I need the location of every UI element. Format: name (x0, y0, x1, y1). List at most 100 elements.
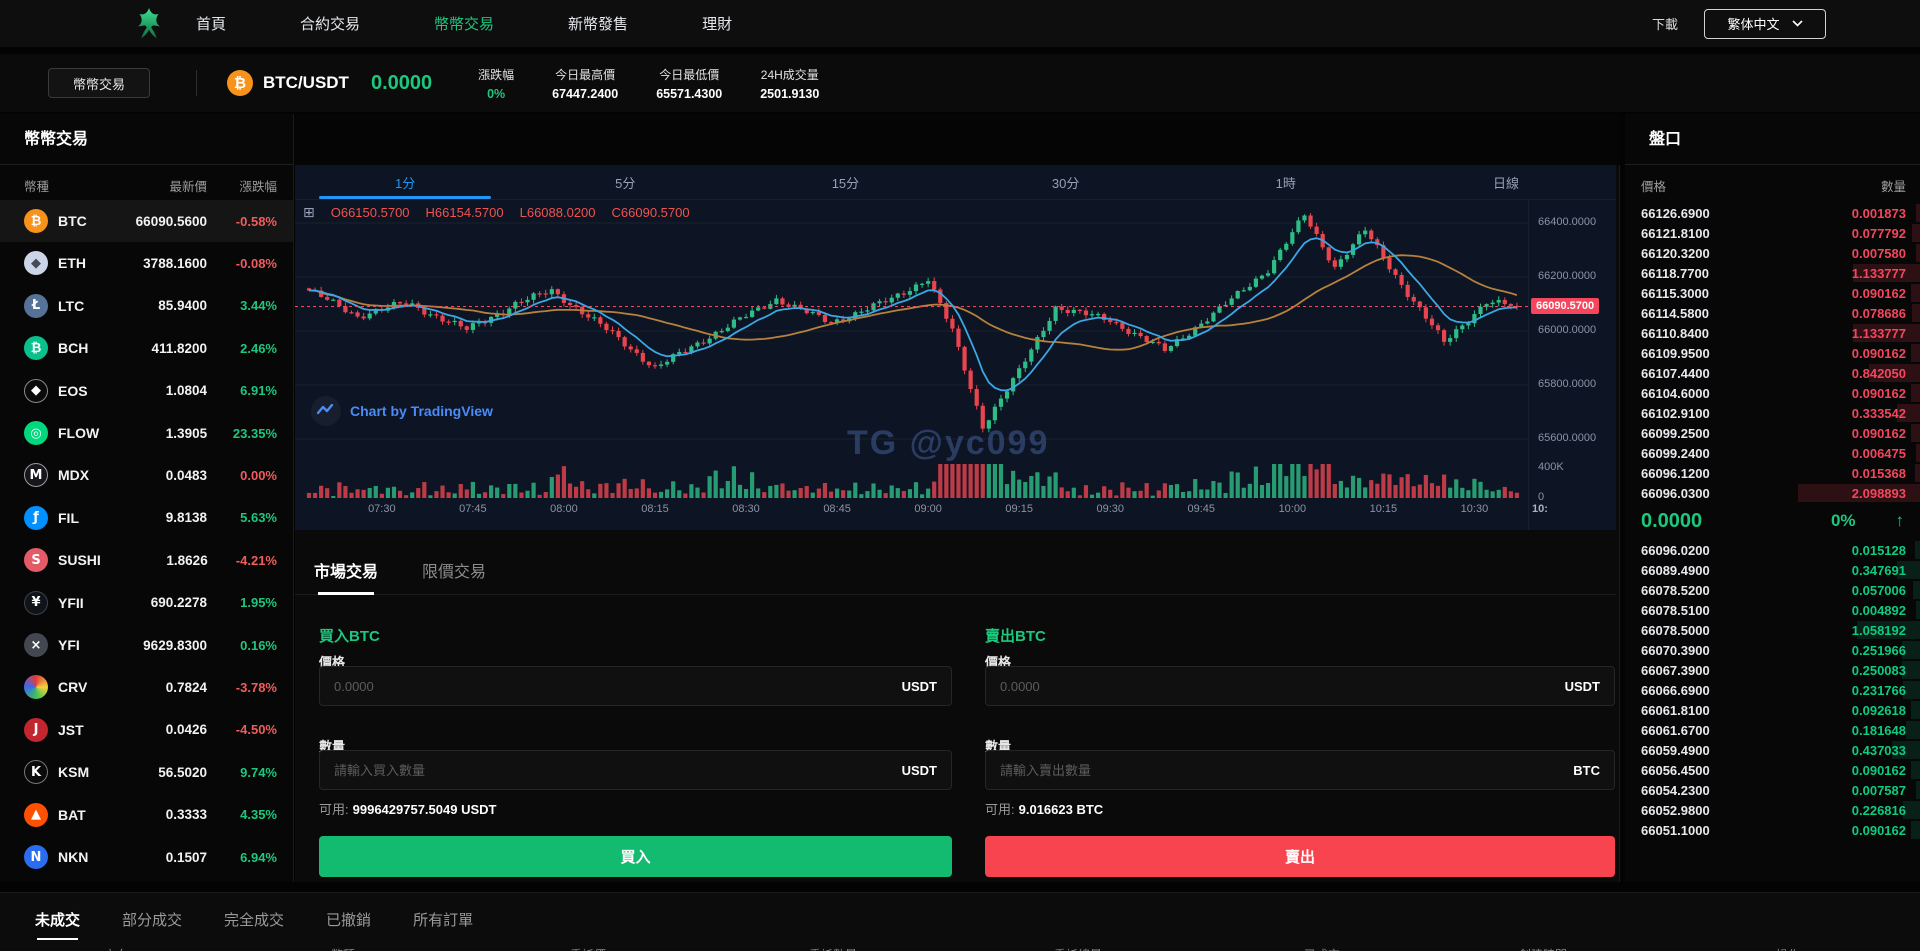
ask-row[interactable]: 66096.1200 0.015368 (1625, 463, 1920, 483)
trade-tab-limit-trade[interactable]: 限價交易 (422, 545, 486, 595)
coin-row-nkn[interactable]: N NKN 0.1507 6.94% (0, 836, 293, 878)
bid-row[interactable]: 66061.6700 0.181648 (1625, 720, 1920, 740)
language-label: 繁体中文 (1727, 17, 1780, 32)
coin-row-crv[interactable]: CRV 0.7824 -3.78% (0, 666, 293, 708)
download-link[interactable]: 下載 (1652, 14, 1678, 33)
coin-row-btc[interactable]: ₿ BTC 66090.5600 -0.58% (0, 200, 293, 242)
coin-row-mdx[interactable]: M MDX 0.0483 0.00% (0, 454, 293, 496)
nav-item-home[interactable]: 首頁 (196, 13, 226, 34)
add-indicator-icon[interactable]: ⊞ (303, 204, 315, 221)
ask-row[interactable]: 66126.6900 0.001873 (1625, 203, 1920, 223)
bid-price: 66078.5200 (1641, 582, 1710, 598)
coin-row-jst[interactable]: J JST 0.0426 -4.50% (0, 709, 293, 751)
flow-coin-icon: ◎ (24, 421, 48, 445)
price-axis[interactable]: 66400.0000 66200.0000 66000.0000 65800.0000… (1528, 200, 1616, 530)
order-tab-open-orders[interactable]: 未成交 (35, 893, 80, 945)
ask-qty: 0.001873 (1851, 205, 1906, 221)
nav-item-new-coin-sale[interactable]: 新幣發售 (568, 13, 628, 34)
bid-row[interactable]: 66067.3900 0.250083 (1625, 660, 1920, 680)
order-tab-filled[interactable]: 完全成交 (224, 893, 284, 945)
ask-row[interactable]: 66118.7700 1.133777 (1625, 263, 1920, 283)
coin-row-sushi[interactable]: S SUSHI 1.8626 -4.21% (0, 539, 293, 581)
ask-price: 66096.1200 (1641, 465, 1710, 481)
ask-row[interactable]: 66114.5800 0.078686 (1625, 303, 1920, 323)
time-tick-09:30: 09:30 (1096, 503, 1124, 515)
orders-panel: 未成交部分成交完全成交已撤銷所有訂單 方向 幣種 委託價 委託數量 委託總量 已成交 創建時… (0, 892, 1920, 951)
market-type-button[interactable]: 幣幣交易 (48, 68, 150, 98)
ask-row[interactable]: 66110.8400 1.133777 (1625, 323, 1920, 343)
ticker-stat-0: 漲跌幅 0% (478, 66, 514, 101)
ask-row[interactable]: 66107.4400 0.842050 (1625, 363, 1920, 383)
coin-row-eos[interactable]: ◆ EOS 1.0804 6.91% (0, 370, 293, 412)
bid-row[interactable]: 66070.3900 0.251966 (1625, 640, 1920, 660)
sell-button[interactable]: 賣出 (985, 836, 1615, 877)
bid-row[interactable]: 66066.6900 0.231766 (1625, 680, 1920, 700)
coin-row-yfi[interactable]: × YFI 9629.8300 0.16% (0, 624, 293, 666)
buy-price-input[interactable] (334, 678, 892, 694)
ask-row[interactable]: 66121.8100 0.077792 (1625, 223, 1920, 243)
bid-row[interactable]: 66078.5100 0.004892 (1625, 600, 1920, 620)
order-tab-cancelled[interactable]: 已撤銷 (326, 893, 371, 945)
bid-row[interactable]: 66096.0200 0.015128 (1625, 540, 1920, 560)
tradingview-attribution[interactable]: Chart by TradingView (311, 396, 493, 426)
interval-tab-1分[interactable]: 1分 (295, 165, 515, 199)
ask-row[interactable]: 66104.6000 0.090162 (1625, 383, 1920, 403)
interval-tab-1時[interactable]: 1時 (1176, 165, 1396, 199)
nav-item-finance[interactable]: 理財 (702, 13, 732, 34)
coin-row-eth[interactable]: ◆ ETH 3788.1600 -0.08% (0, 242, 293, 284)
coin-row-bch[interactable]: ₿ BCH 411.8200 2.46% (0, 327, 293, 369)
phoenix-logo[interactable] (130, 5, 168, 43)
bid-row[interactable]: 66061.8100 0.092618 (1625, 700, 1920, 720)
nav-item-spot-trade[interactable]: 幣幣交易 (434, 13, 494, 34)
coin-change: 2.46% (240, 340, 277, 356)
interval-tab-5分[interactable]: 5分 (515, 165, 735, 199)
bid-row[interactable]: 66054.2300 0.007587 (1625, 780, 1920, 800)
nav-item-contract-trade[interactable]: 合約交易 (300, 13, 360, 34)
coin-row-yfii[interactable]: ¥ YFII 690.2278 1.95% (0, 582, 293, 624)
coin-row-flow[interactable]: ◎ FLOW 1.3905 23.35% (0, 412, 293, 454)
buy-button[interactable]: 買入 (319, 836, 952, 877)
coin-row-fil[interactable]: ƒ FIL 9.8138 5.63% (0, 497, 293, 539)
interval-tab-15分[interactable]: 15分 (735, 165, 955, 199)
ask-row[interactable]: 66109.9500 0.090162 (1625, 343, 1920, 363)
depth-bar (1911, 304, 1920, 322)
ask-row[interactable]: 66099.2500 0.090162 (1625, 423, 1920, 443)
coin-change: 4.35% (240, 807, 277, 823)
order-col-4: 委託總量 (1054, 946, 1102, 951)
interval-tab-日線[interactable]: 日線 (1396, 165, 1616, 199)
bid-row[interactable]: 66056.4500 0.090162 (1625, 760, 1920, 780)
coin-row-ksm[interactable]: K KSM 56.5020 9.74% (0, 751, 293, 793)
bid-row[interactable]: 66078.5000 1.058192 (1625, 620, 1920, 640)
ask-row[interactable]: 66115.3000 0.090162 (1625, 283, 1920, 303)
buy-amount-input[interactable] (334, 762, 892, 778)
ask-row[interactable]: 66096.0300 2.098893 (1625, 483, 1920, 503)
sell-available-value: 9.016623 BTC (1018, 802, 1104, 817)
bid-row[interactable]: 66089.4900 0.347691 (1625, 560, 1920, 580)
coin-price: 0.7824 (165, 679, 207, 695)
ask-row[interactable]: 66099.2400 0.006475 (1625, 443, 1920, 463)
ask-row[interactable]: 66102.9100 0.333542 (1625, 403, 1920, 423)
price-tick: 65800.0000 (1538, 378, 1597, 390)
bid-row[interactable]: 66052.9800 0.226816 (1625, 800, 1920, 820)
trade-tab-market-trade[interactable]: 市場交易 (314, 545, 378, 595)
language-selector[interactable]: 繁体中文 (1704, 8, 1826, 39)
bid-row[interactable]: 66051.1000 0.090162 (1625, 820, 1920, 840)
sell-amount-input[interactable] (1000, 762, 1564, 778)
order-tab-partially-filled[interactable]: 部分成交 (122, 893, 182, 945)
bid-row[interactable]: 66078.5200 0.057006 (1625, 580, 1920, 600)
coin-symbol: EOS (58, 382, 88, 399)
interval-tab-30分[interactable]: 30分 (956, 165, 1176, 199)
coin-price: 3788.1600 (143, 255, 207, 271)
ask-row[interactable]: 66120.3200 0.007580 (1625, 243, 1920, 263)
bid-row[interactable]: 66059.4900 0.437033 (1625, 740, 1920, 760)
trading-app: 首頁 合約交易 幣幣交易 新幣發售 理財 下載 繁体中文 幣幣交易 ₿ BTC/USDT… (0, 0, 1920, 951)
candlestick-chart[interactable] (295, 200, 1528, 530)
sell-amount-field: BTC (985, 750, 1615, 790)
coin-row-bat[interactable]: ▲ BAT 0.3333 4.35% (0, 794, 293, 836)
coin-row-ltc[interactable]: Ł LTC 85.9400 3.44% (0, 285, 293, 327)
coin-change: 3.44% (240, 298, 277, 314)
order-tab-all-orders[interactable]: 所有訂單 (413, 893, 473, 945)
sell-price-input[interactable] (1000, 678, 1555, 694)
fil-coin-icon: ƒ (24, 505, 48, 530)
time-tick-07:30: 07:30 (368, 503, 396, 515)
